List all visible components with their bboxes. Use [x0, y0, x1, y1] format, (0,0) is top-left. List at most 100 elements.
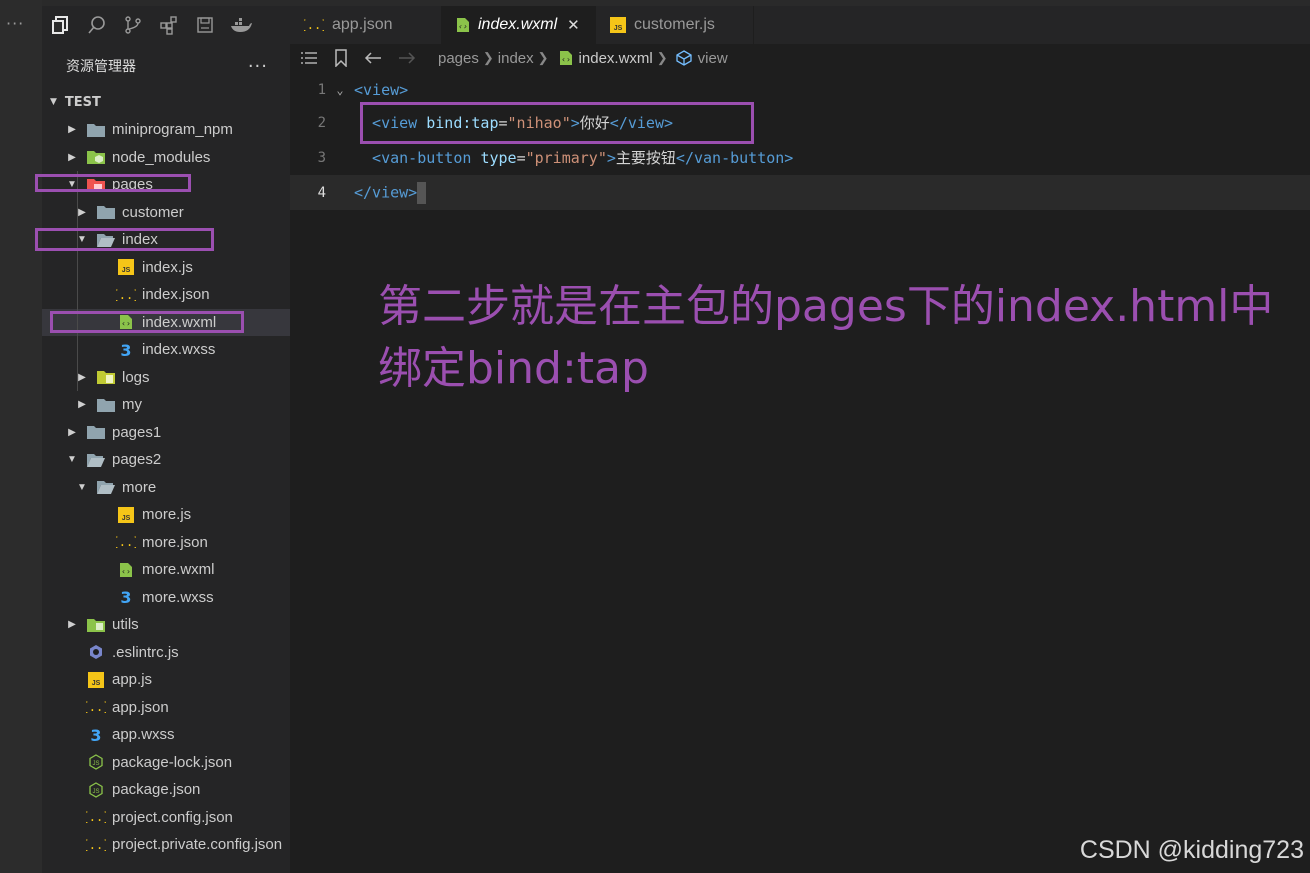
folder-icon — [96, 203, 116, 221]
chevron-down-icon[interactable]: ▼ — [76, 482, 88, 493]
tree-item-label: index.js — [142, 258, 193, 276]
code-editor[interactable]: 1 ⌄ <view> 2 <view bind:tap="nihao">你好</vie… — [290, 72, 1310, 873]
forward-arrow-icon[interactable] — [398, 51, 416, 65]
tree-item[interactable]: ▼ more — [42, 474, 290, 502]
tree-item-label: package-lock.json — [112, 753, 233, 771]
bookmark-icon[interactable] — [334, 49, 348, 67]
utils-folder-icon — [86, 616, 106, 634]
tree-item[interactable]: JS more.js — [42, 501, 290, 529]
tree-item[interactable]: ‹› more.wxml — [42, 556, 290, 584]
code-token: </view> — [354, 183, 418, 201]
code-line[interactable]: 3 <van-button type="primary">主要按钮</van-b… — [290, 140, 1310, 175]
tree-item-label: more — [122, 478, 157, 496]
tree-item[interactable]: 3 app.wxss — [42, 721, 290, 749]
svg-text:JS: JS — [122, 515, 131, 522]
tree-item[interactable]: ▶ node_modules — [42, 144, 290, 172]
more-icon[interactable]: ··· — [6, 14, 24, 33]
chevron-right-icon[interactable]: ▶ — [66, 152, 78, 163]
tree-item-label: node_modules — [112, 148, 211, 166]
tree-item[interactable]: {..} more.json — [42, 529, 290, 557]
node-folder-icon — [86, 148, 106, 166]
cube-icon — [675, 50, 692, 66]
folder-open-icon — [96, 478, 116, 496]
tree-item[interactable]: ▶ miniprogram_npm — [42, 116, 290, 144]
svg-text:JS: JS — [92, 789, 99, 795]
code-text: <view> — [354, 81, 408, 99]
svg-text:JS: JS — [614, 25, 623, 32]
tree-item[interactable]: {..} project.private.config.json — [42, 831, 290, 859]
tree-item[interactable]: 3 more.wxss — [42, 584, 290, 612]
tab-index-wxml[interactable]: ‹› index.wxml ✕ — [442, 6, 596, 44]
breadcrumb-index[interactable]: index — [498, 50, 534, 67]
code-token: <van-button — [354, 149, 481, 167]
svg-text:{..}: {..} — [116, 535, 136, 549]
tree-item-label: app.js — [112, 671, 153, 689]
svg-text:‹›: ‹› — [561, 55, 571, 64]
line-number: 1 — [317, 81, 326, 98]
tree-item-label: package.json — [112, 781, 201, 799]
back-arrow-icon[interactable] — [364, 51, 382, 65]
tree-item-label: more.wxss — [142, 588, 214, 606]
js-icon: JS — [610, 17, 626, 33]
storage-icon[interactable] — [194, 14, 216, 36]
tree-item[interactable]: ▶ pages1 — [42, 419, 290, 447]
tree-item-label: customer — [122, 203, 184, 221]
chevron-right-icon[interactable]: ▶ — [66, 619, 78, 630]
folder-icon — [86, 423, 106, 441]
code-line[interactable]: 4 </view> — [290, 175, 1310, 210]
tree-item[interactable]: 3 index.wxss — [42, 336, 290, 364]
chevron-down-icon: ▼ — [50, 97, 57, 107]
tree-item[interactable]: JS app.js — [42, 666, 290, 694]
eslint-icon — [86, 643, 106, 661]
tab-label: index.wxml — [478, 16, 558, 33]
highlight-box-index-wxml — [50, 311, 244, 333]
svg-text:‹›: ‹› — [458, 22, 468, 31]
tree-item[interactable]: JS index.js — [42, 254, 290, 282]
tab-label: customer.js — [634, 16, 715, 33]
line-number: 4 — [317, 184, 326, 201]
close-icon[interactable]: ✕ — [567, 16, 580, 34]
tree-item[interactable]: JS package-lock.json — [42, 749, 290, 777]
explorer-more-icon[interactable]: ··· — [248, 56, 268, 77]
breadcrumb-symbol[interactable]: view — [698, 50, 728, 67]
chevron-right-icon[interactable]: ▶ — [66, 427, 78, 438]
docker-icon[interactable] — [230, 14, 252, 36]
tree-item[interactable]: {..} index.json — [42, 281, 290, 309]
workspace-section[interactable]: ▼ TEST — [42, 88, 290, 116]
tree-item-label: my — [122, 396, 142, 414]
tree-item[interactable]: ▶ customer — [42, 199, 290, 227]
tab-customer-js[interactable]: JS customer.js — [596, 6, 754, 44]
source-control-icon[interactable] — [122, 14, 144, 36]
tree-item[interactable]: .eslintrc.js — [42, 639, 290, 667]
css-icon: 3 — [116, 588, 136, 606]
chevron-right-icon: ❯ — [537, 50, 549, 65]
line-number: 3 — [317, 149, 326, 166]
tree-item[interactable]: ▶ logs — [42, 364, 290, 392]
tree-item[interactable]: JS package.json — [42, 776, 290, 804]
svg-text:‹›: ‹› — [121, 567, 131, 576]
breadcrumb-file[interactable]: index.wxml — [579, 50, 653, 67]
tree-item-label: utils — [112, 616, 139, 634]
explorer-icon[interactable] — [50, 14, 72, 36]
json-icon: {..} — [116, 533, 136, 551]
tab-app-json[interactable]: {..} app.json — [290, 6, 442, 44]
extensions-icon[interactable] — [158, 14, 180, 36]
activity-bar: ··· — [0, 0, 43, 873]
chevron-right-icon[interactable]: ▶ — [66, 124, 78, 135]
folder-open-icon — [86, 451, 106, 469]
search-icon[interactable] — [86, 14, 108, 36]
list-icon[interactable] — [300, 51, 318, 65]
tree-item[interactable]: {..} app.json — [42, 694, 290, 722]
tree-item[interactable]: ▶ my — [42, 391, 290, 419]
fold-chevron-icon[interactable]: ⌄ — [326, 83, 354, 97]
chevron-right-icon[interactable]: ▶ — [76, 399, 88, 410]
json-icon: {..} — [86, 836, 106, 854]
workspace-name: TEST — [64, 94, 101, 110]
tree-item[interactable]: ▼ pages2 — [42, 446, 290, 474]
tree-item[interactable]: {..} project.config.json — [42, 804, 290, 832]
chevron-down-icon[interactable]: ▼ — [66, 454, 78, 465]
tree-item-label: app.json — [112, 698, 169, 716]
tree-item[interactable]: ▶ utils — [42, 611, 290, 639]
breadcrumb-pages[interactable]: pages — [438, 50, 479, 67]
tree-item-label: more.js — [142, 506, 192, 524]
